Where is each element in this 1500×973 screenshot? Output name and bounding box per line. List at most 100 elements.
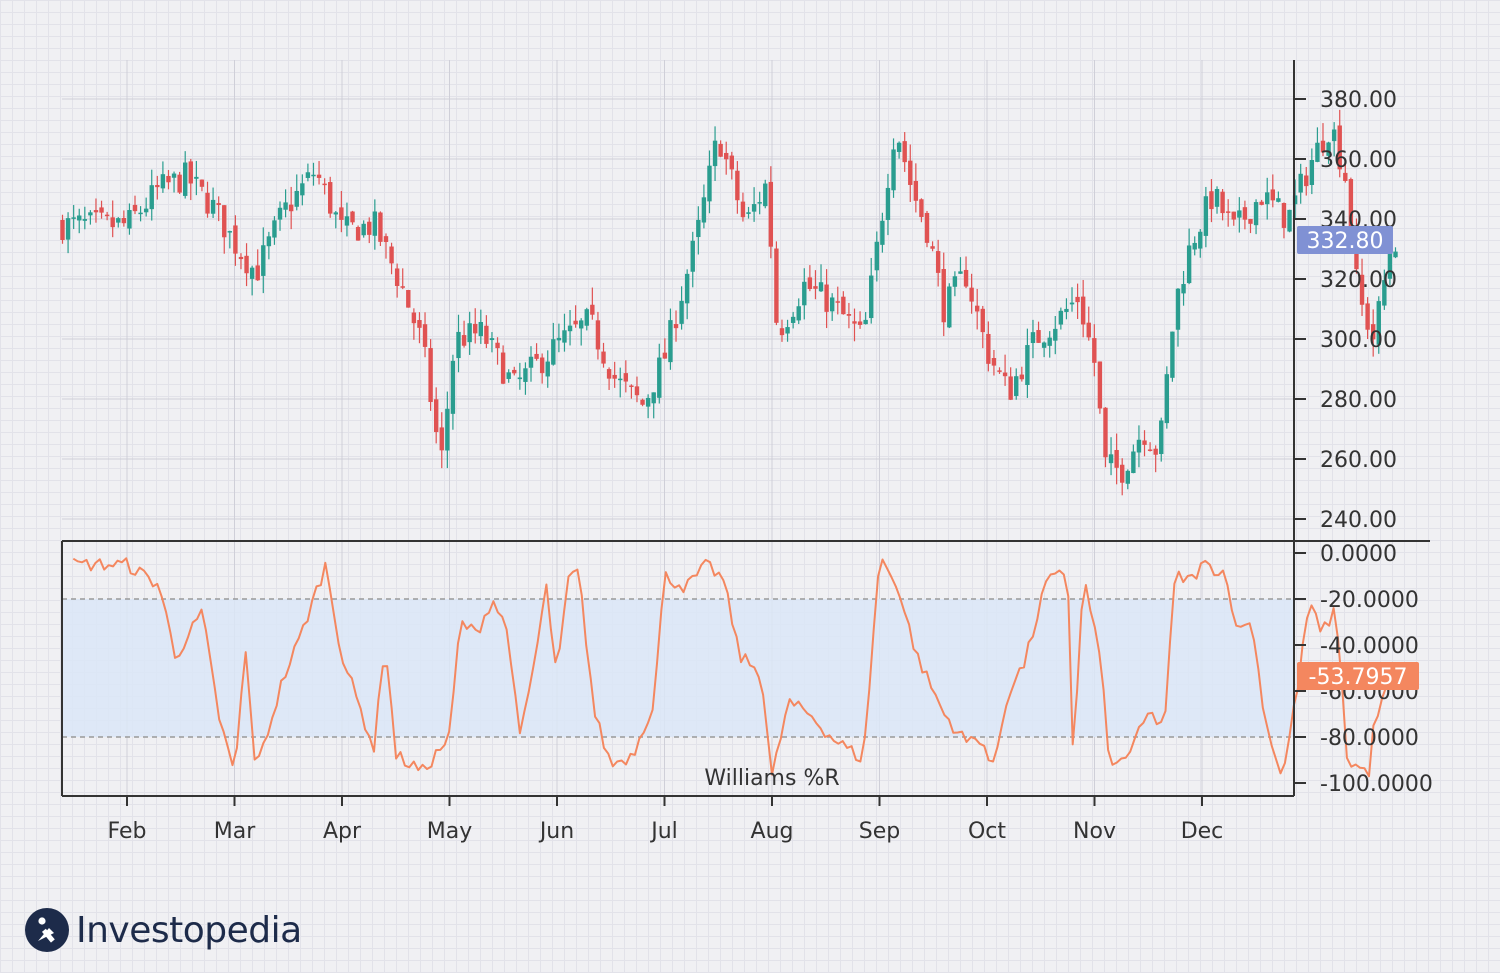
candle-body xyxy=(874,241,880,271)
candle-body xyxy=(785,327,790,334)
candle-body xyxy=(1343,172,1348,181)
candle-body xyxy=(991,358,997,366)
candle-body xyxy=(684,273,690,304)
chart-canvas: 380.00360.00340.00320.00300.00280.00260.… xyxy=(60,60,1433,844)
candle-body xyxy=(779,328,785,336)
candle-body xyxy=(277,207,283,220)
candle-body xyxy=(222,205,227,238)
month-tick-label: Jul xyxy=(649,819,678,844)
price-tick-label: 260.00 xyxy=(1320,448,1397,473)
candle-body xyxy=(1253,202,1259,226)
candle-body xyxy=(573,320,578,325)
candle-body xyxy=(1014,376,1019,396)
candle-body xyxy=(305,172,311,178)
candle-body xyxy=(1265,192,1270,205)
candle-body xyxy=(623,373,629,382)
candle-body xyxy=(333,212,338,215)
candle-body xyxy=(590,304,595,315)
candle-body xyxy=(205,192,210,214)
candle-body xyxy=(1097,361,1103,409)
price-tick-label: 360.00 xyxy=(1320,148,1397,173)
candle-body xyxy=(473,323,478,334)
candle-body xyxy=(813,286,818,289)
price-axis-ticks: 380.00360.00340.00320.00300.00280.00260.… xyxy=(1294,88,1397,533)
candle-body xyxy=(1086,322,1091,338)
candle-body xyxy=(127,210,132,229)
candle-body xyxy=(1008,376,1013,400)
candle-body xyxy=(657,357,662,398)
candle-body xyxy=(941,269,946,323)
candle-body xyxy=(1125,470,1130,484)
candle-body xyxy=(523,368,528,382)
candle-body xyxy=(355,227,361,241)
month-tick-label: Apr xyxy=(323,819,362,844)
candle-body xyxy=(634,386,640,396)
candle-body xyxy=(618,378,623,381)
candle-body xyxy=(1276,198,1281,202)
candle-body xyxy=(835,301,840,303)
williams-r-title: Williams %R xyxy=(704,766,839,791)
candle-body xyxy=(266,236,272,247)
candle-body xyxy=(322,183,327,186)
candle-body xyxy=(673,324,679,329)
candle-body xyxy=(372,211,378,236)
candle-body xyxy=(1131,451,1136,474)
candle-body xyxy=(445,408,450,451)
candle-body xyxy=(1142,440,1147,445)
candle-body xyxy=(166,175,171,183)
candle-body xyxy=(1393,251,1398,258)
candle-body xyxy=(980,308,985,333)
candle-body xyxy=(690,240,695,272)
candle-body xyxy=(869,275,874,319)
candle-body xyxy=(433,399,439,433)
candle-body xyxy=(361,223,366,236)
candle-body xyxy=(896,142,902,152)
candle-body xyxy=(629,385,634,387)
candle-body xyxy=(210,199,216,214)
candle-body xyxy=(802,281,807,306)
candle-body xyxy=(679,300,684,324)
candle-body xyxy=(1298,173,1303,193)
williams-r-tick-label: -20.0000 xyxy=(1320,588,1419,613)
candle-body xyxy=(718,143,723,157)
candle-body xyxy=(1064,308,1069,312)
candle-body xyxy=(997,370,1002,372)
candle-body xyxy=(534,353,539,359)
candle-body xyxy=(584,309,589,326)
candle-body xyxy=(71,217,76,219)
candle-body xyxy=(1231,211,1236,220)
candle-body xyxy=(249,267,255,279)
candle-body xyxy=(1030,332,1036,344)
candle-body xyxy=(300,183,305,196)
candle-body xyxy=(612,374,617,379)
candle-body xyxy=(500,352,506,384)
candle-body xyxy=(238,256,244,260)
candle-body xyxy=(852,321,857,324)
candle-body xyxy=(1041,342,1047,348)
price-tick-label: 240.00 xyxy=(1320,508,1397,533)
candle-body xyxy=(367,221,372,235)
candle-body xyxy=(1002,372,1008,377)
candle-body xyxy=(1114,450,1119,468)
candle-body xyxy=(194,176,199,179)
candle-body xyxy=(233,225,238,254)
candle-body xyxy=(350,211,355,223)
candle-body xyxy=(328,182,333,214)
month-tick-label: Aug xyxy=(751,819,794,844)
candle-body xyxy=(1198,231,1203,249)
candle-body xyxy=(1108,454,1114,464)
candle-body xyxy=(880,220,885,245)
last-williams-r-tag: -53.7957 xyxy=(1297,662,1419,690)
candle-body xyxy=(1153,448,1158,455)
price-tick-label: 280.00 xyxy=(1320,388,1397,413)
candle-body xyxy=(60,219,65,240)
candle-body xyxy=(846,314,852,316)
candle-body xyxy=(841,296,846,315)
candle-body xyxy=(1270,189,1275,201)
candle-body xyxy=(551,339,556,365)
candle-body xyxy=(1192,242,1197,250)
williams-r-tick-label: 0.0000 xyxy=(1320,542,1397,567)
candle-body xyxy=(567,325,573,332)
candle-body xyxy=(149,185,154,210)
candle-body xyxy=(757,202,762,204)
